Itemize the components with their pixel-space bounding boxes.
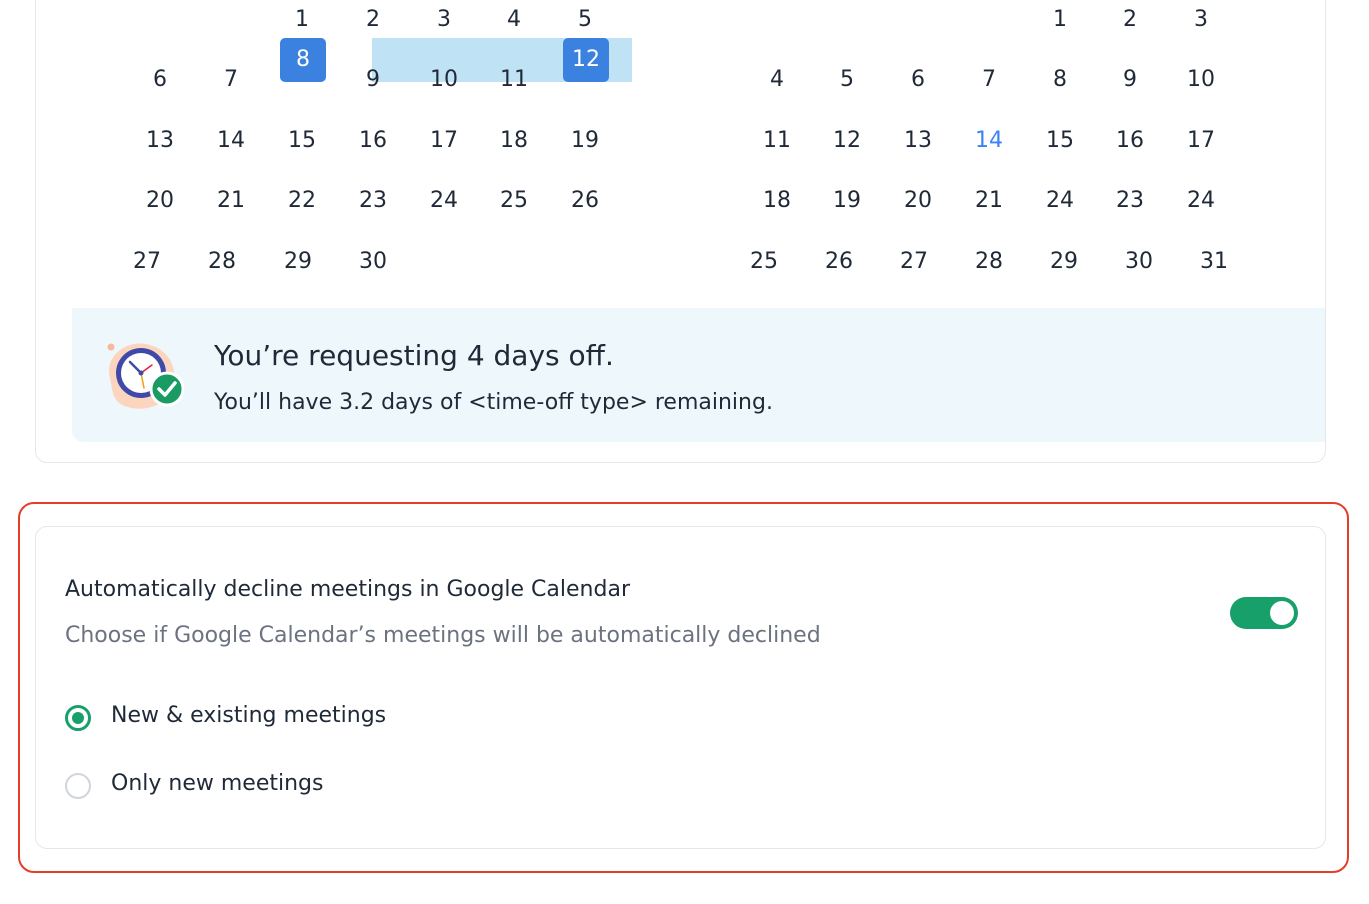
calendar-day[interactable]: 22 <box>272 179 332 223</box>
calendar-day[interactable]: 8 <box>1030 58 1090 102</box>
calendar-day[interactable]: 11 <box>484 58 544 102</box>
calendar-day[interactable]: 15 <box>272 119 332 163</box>
radio-button-selected[interactable] <box>65 705 91 731</box>
calendar-day[interactable]: 16 <box>343 119 403 163</box>
calendar-day[interactable]: 7 <box>201 58 261 102</box>
calendar-day[interactable]: 5 <box>817 58 877 102</box>
calendar-day[interactable]: 18 <box>747 179 807 223</box>
calendar-day[interactable]: 1 <box>1030 0 1090 42</box>
calendar-day[interactable]: 25 <box>734 240 794 284</box>
calendar-day[interactable]: 5 <box>555 0 615 42</box>
decline-setting-description: Choose if Google Calendar’s meetings wil… <box>65 623 821 648</box>
calendar-day[interactable]: 9 <box>343 58 403 102</box>
calendar-day[interactable]: 24 <box>414 179 474 223</box>
calendar-day[interactable]: 24 <box>1030 179 1090 223</box>
calendar-day[interactable]: 13 <box>888 119 948 163</box>
range-start-day[interactable]: 8 <box>280 38 326 82</box>
calendar-day[interactable]: 28 <box>959 240 1019 284</box>
calendar-day[interactable]: 27 <box>117 240 177 284</box>
summary-subtitle: You’ll have 3.2 days of <time-off type> … <box>214 390 773 415</box>
calendar-day[interactable]: 24 <box>1171 179 1231 223</box>
calendar-day[interactable]: 3 <box>1171 0 1231 42</box>
calendar-day[interactable]: 21 <box>201 179 261 223</box>
calendar-day[interactable]: 6 <box>130 58 190 102</box>
clock-check-icon <box>107 343 184 409</box>
calendar-day[interactable]: 19 <box>555 119 615 163</box>
calendar-day[interactable]: 16 <box>1100 119 1160 163</box>
calendar-day[interactable]: 2 <box>343 0 403 42</box>
calendar-day[interactable]: 25 <box>484 179 544 223</box>
calendar-day[interactable]: 4 <box>484 0 544 42</box>
calendar-day[interactable]: 17 <box>1171 119 1231 163</box>
calendar-day[interactable]: 13 <box>130 119 190 163</box>
calendar-day[interactable]: 14 <box>959 119 1019 163</box>
date-range-calendar: 8 12 1 2 3 4 5 6 7 9 10 11 13 14 15 16 17 18 19 20 21 22 23 2… <box>35 0 1326 463</box>
calendar-day[interactable]: 10 <box>414 58 474 102</box>
decline-setting-title: Automatically decline meetings in Google… <box>65 577 630 602</box>
calendar-day[interactable]: 20 <box>130 179 190 223</box>
calendar-day[interactable]: 23 <box>343 179 403 223</box>
radio-button-unselected[interactable] <box>65 773 91 799</box>
toggle-knob <box>1270 601 1294 625</box>
calendar-day[interactable]: 18 <box>484 119 544 163</box>
calendar-day[interactable]: 14 <box>201 119 261 163</box>
calendar-day[interactable]: 11 <box>747 119 807 163</box>
calendar-day[interactable]: 21 <box>959 179 1019 223</box>
calendar-day[interactable]: 15 <box>1030 119 1090 163</box>
calendar-day[interactable]: 7 <box>959 58 1019 102</box>
calendar-day[interactable]: 26 <box>555 179 615 223</box>
calendar-day[interactable]: 26 <box>809 240 869 284</box>
calendar-day[interactable]: 6 <box>888 58 948 102</box>
radio-label-only-new: Only new meetings <box>111 771 324 796</box>
calendar-day[interactable]: 30 <box>343 240 403 284</box>
calendar-day[interactable]: 29 <box>268 240 328 284</box>
decline-meetings-card: Automatically decline meetings in Google… <box>35 526 1326 849</box>
radio-label-new-existing: New & existing meetings <box>111 703 387 728</box>
calendar-day[interactable]: 31 <box>1184 240 1244 284</box>
calendar-day[interactable]: 3 <box>414 0 474 42</box>
calendar-day[interactable]: 30 <box>1109 240 1169 284</box>
calendar-day[interactable]: 20 <box>888 179 948 223</box>
calendar-day[interactable]: 4 <box>747 58 807 102</box>
calendar-day[interactable]: 28 <box>192 240 252 284</box>
time-off-summary-banner: You’re requesting 4 days off. You’ll hav… <box>72 308 1325 442</box>
calendar-day[interactable]: 27 <box>884 240 944 284</box>
calendar-day[interactable]: 9 <box>1100 58 1160 102</box>
calendar-day[interactable]: 1 <box>272 0 332 42</box>
range-end-day[interactable]: 12 <box>563 38 609 82</box>
calendar-day[interactable]: 29 <box>1034 240 1094 284</box>
calendar-day[interactable]: 12 <box>817 119 877 163</box>
calendar-day[interactable]: 2 <box>1100 0 1160 42</box>
calendar-day[interactable]: 19 <box>817 179 877 223</box>
calendar-day[interactable]: 17 <box>414 119 474 163</box>
auto-decline-toggle[interactable] <box>1230 597 1298 629</box>
calendar-day[interactable]: 10 <box>1171 58 1231 102</box>
summary-title: You’re requesting 4 days off. <box>214 339 614 372</box>
calendar-day[interactable]: 23 <box>1100 179 1160 223</box>
